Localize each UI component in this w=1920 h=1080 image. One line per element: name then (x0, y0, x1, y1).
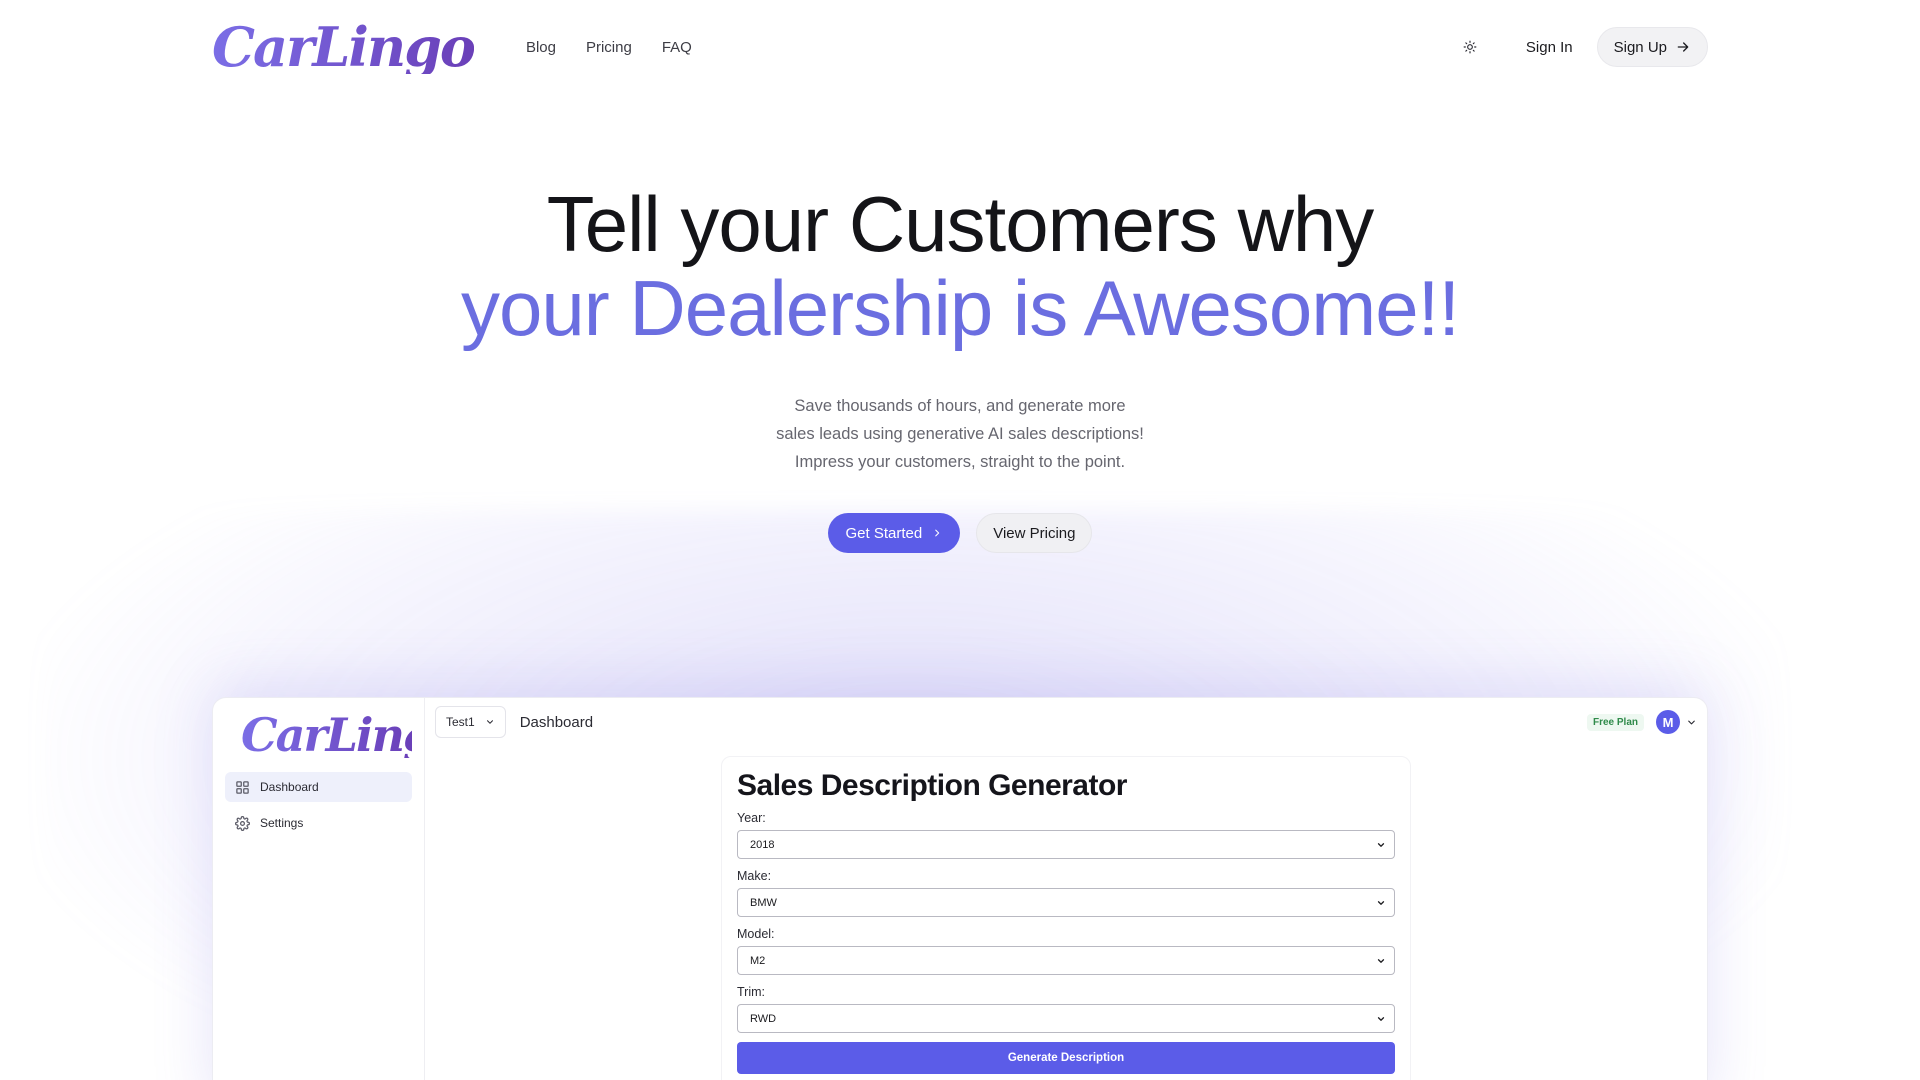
sun-icon (1463, 40, 1477, 54)
arrow-right-icon (1677, 42, 1689, 52)
top-navigation: CarLingo Blog Pricing FAQ Sign In Sign U… (212, 0, 1708, 94)
chevron-down-icon (1376, 1014, 1386, 1024)
sidebar-item-dashboard[interactable]: Dashboard (225, 772, 412, 802)
chevron-down-icon (486, 720, 493, 724)
sign-up-label: Sign Up (1613, 38, 1667, 56)
avatar[interactable]: M (1656, 710, 1680, 734)
nav-link-blog[interactable]: Blog (526, 39, 556, 56)
nav-link-pricing[interactable]: Pricing (586, 39, 632, 56)
gear-icon (235, 815, 250, 831)
sidebar-item-label: Dashboard (260, 780, 319, 794)
make-value: BMW (750, 896, 777, 909)
carlingo-logo[interactable]: CarLingo (212, 20, 476, 74)
year-value: 2018 (750, 838, 775, 851)
get-started-label: Get Started (845, 524, 923, 542)
breadcrumb: Dashboard (519, 713, 594, 731)
hero-subtitle-line3: Impress your customers, straight to the … (794, 453, 1126, 471)
trim-value: RWD (750, 1012, 777, 1025)
app-topbar: Test1 Dashboard Free Plan M (435, 706, 1699, 738)
generate-description-button[interactable]: Generate Description (737, 1042, 1395, 1074)
chevron-right-icon (935, 529, 940, 537)
plan-badge: Free Plan (1586, 713, 1644, 731)
get-started-button[interactable]: Get Started (827, 513, 961, 553)
theme-toggle-button[interactable] (1452, 29, 1488, 65)
sidebar-item-label: Settings (260, 816, 304, 830)
trim-select[interactable]: RWD (737, 1004, 1395, 1033)
sign-up-button[interactable]: Sign Up (1596, 27, 1708, 67)
app-logo: CarLingo (241, 708, 464, 762)
form-title: Sales Description Generator (737, 769, 1127, 802)
make-label: Make: (737, 869, 772, 883)
make-select[interactable]: BMW (737, 888, 1395, 917)
team-switcher[interactable]: Test1 (435, 706, 506, 738)
sign-in-link[interactable]: Sign In (1526, 39, 1573, 56)
team-name: Test1 (446, 715, 475, 729)
hero-subtitle-line1: Save thousands of hours, and generate mo… (794, 397, 1126, 415)
app-sidebar: CarLingo Dashboard Settings (213, 698, 464, 1080)
chevron-down-icon (1376, 898, 1386, 908)
view-pricing-button[interactable]: View Pricing (976, 513, 1093, 553)
trim-label: Trim: (737, 985, 765, 999)
nav-actions: Sign In Sign Up (1452, 27, 1708, 67)
chevron-down-icon (1376, 956, 1386, 966)
chevron-down-icon (1376, 840, 1386, 850)
hero-title-line1: Tell your Customers why (546, 180, 1375, 268)
grid-icon (236, 780, 249, 794)
year-select[interactable]: 2018 (737, 830, 1395, 859)
app-preview: CarLingo Dashboard Settings Test1 Dashbo… (212, 697, 1708, 1080)
nav-link-faq[interactable]: FAQ (662, 39, 692, 56)
generator-form: Sales Description Generator Year: 2018 M… (721, 756, 1411, 1080)
hero-title: Tell your Customers why your Dealership … (0, 182, 1920, 350)
sidebar-item-settings[interactable]: Settings (225, 808, 412, 838)
hero-subtitle-line2: sales leads using generative AI sales de… (776, 425, 1144, 443)
model-select[interactable]: M2 (737, 946, 1395, 975)
chevron-down-icon (1688, 720, 1695, 724)
hero-subtitle: Save thousands of hours, and generate mo… (0, 392, 1920, 476)
hero-cta-row: Get Started View Pricing (0, 513, 1920, 553)
account-menu-toggle[interactable] (1686, 717, 1697, 728)
year-label: Year: (737, 811, 766, 825)
model-value: M2 (750, 954, 766, 967)
nav-links: Blog Pricing FAQ (526, 39, 692, 56)
hero-title-line2: your Dealership is Awesome!! (460, 264, 1460, 352)
model-label: Model: (737, 927, 775, 941)
